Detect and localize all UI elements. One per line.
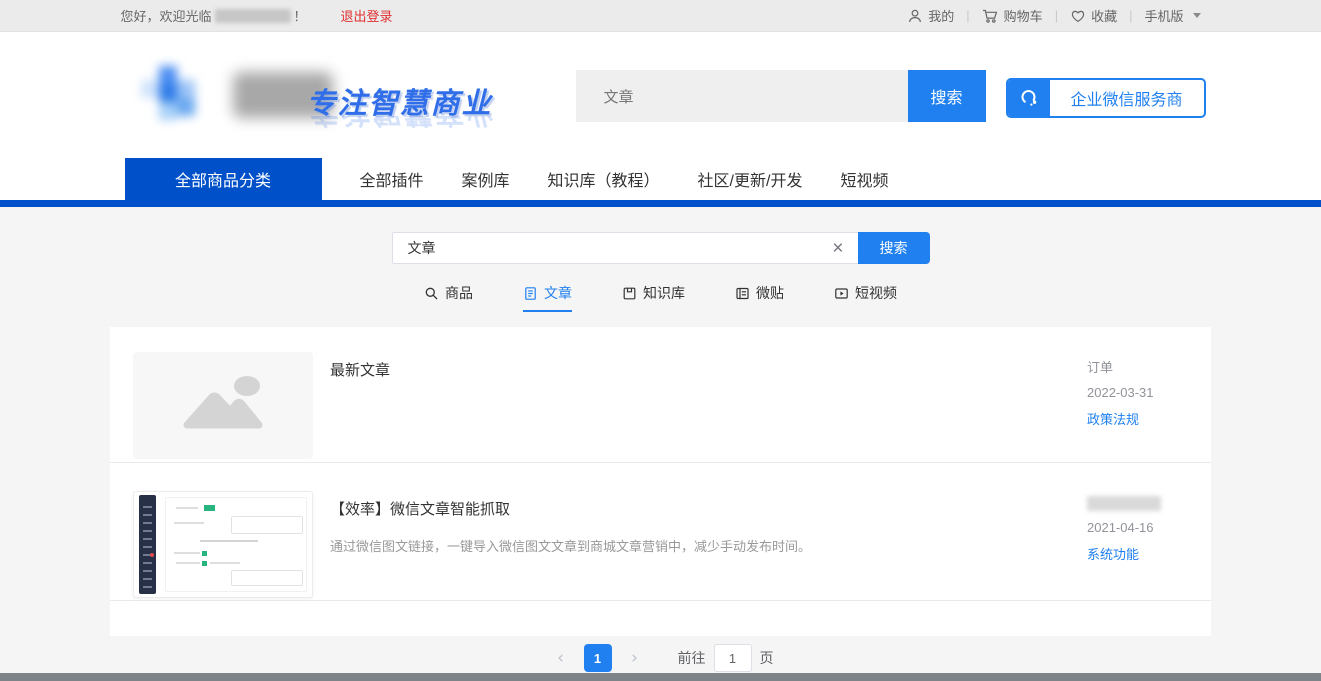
site-header-inner: 专注智慧商业 专注智慧商业 搜索 企业微信服务商 <box>121 32 1201 158</box>
result-type-tabs: 商品 文章 知识库 微贴 <box>0 283 1321 312</box>
nav-item-all-categories[interactable]: 全部商品分类 <box>125 158 322 200</box>
tab-knowledge-label: 知识库 <box>643 283 685 303</box>
pagination: ‹ 1 › 前往 页 <box>0 644 1321 672</box>
goto-label: 前往 <box>678 648 706 668</box>
wecom-service-provider-button[interactable]: 企业微信服务商 <box>1006 78 1206 118</box>
bookmark-icon <box>622 286 637 301</box>
result-1-date: 2022-03-31 <box>1087 385 1188 400</box>
nav-item-case-library[interactable]: 案例库 <box>462 167 510 191</box>
favorites-label: 收藏 <box>1091 6 1117 25</box>
page: 您好，欢迎光临 ！ 退出登录 我的 | 购物车 | <box>0 0 1321 681</box>
greeting-text: 您好，欢迎光临 <box>121 6 212 25</box>
site-header: 专注智慧商业 专注智慧商业 搜索 企业微信服务商 <box>0 32 1321 158</box>
my-account-label: 我的 <box>928 6 954 25</box>
tab-products[interactable]: 商品 <box>424 283 473 312</box>
main-navigation: 全部商品分类 全部插件 案例库 知识库（教程） 社区/更新/开发 短视频 <box>0 158 1321 200</box>
tab-articles[interactable]: 文章 <box>523 283 572 312</box>
header-search-bar: 搜索 <box>576 70 986 122</box>
video-icon <box>834 286 849 301</box>
result-2-main: 【效率】微信文章智能抓取 通过微信图文链接，一键导入微信图文文章到商城文章营销中… <box>313 491 1087 598</box>
result-1-category-link[interactable]: 政策法规 <box>1087 409 1188 428</box>
tab-posts-label: 微贴 <box>756 283 784 303</box>
chevron-down-icon <box>1193 13 1201 18</box>
main-navigation-inner: 全部商品分类 全部插件 案例库 知识库（教程） 社区/更新/开发 短视频 <box>121 158 1201 200</box>
nav-item-short-video[interactable]: 短视频 <box>840 167 888 191</box>
tab-knowledge[interactable]: 知识库 <box>622 283 685 312</box>
tab-products-label: 商品 <box>445 283 473 303</box>
tab-posts[interactable]: 微贴 <box>735 283 784 312</box>
result-1-meta: 订单 2022-03-31 政策法规 <box>1087 352 1188 459</box>
site-slogan: 专注智慧商业 <box>307 80 493 122</box>
search-results-page: × 搜索 商品 文章 知识库 <box>0 207 1321 673</box>
separator: | <box>1129 8 1132 23</box>
wecom-button-label: 企业微信服务商 <box>1050 80 1204 116</box>
search-icon <box>424 286 439 301</box>
nav-item-all-plugins[interactable]: 全部插件 <box>360 167 424 191</box>
site-logo-blurred[interactable] <box>159 66 177 84</box>
image-placeholder-icon <box>175 371 271 440</box>
separator: | <box>966 8 969 23</box>
mobile-version-dropdown[interactable]: 手机版 <box>1144 6 1200 25</box>
results-card: 最新文章 订单 2022-03-31 政策法规 【 <box>110 327 1211 636</box>
result-row-1: 最新文章 订单 2022-03-31 政策法规 <box>110 327 1211 462</box>
result-2-meta-blurred <box>1087 496 1161 511</box>
nav-item-knowledge-base[interactable]: 知识库（教程） <box>548 167 660 191</box>
nav-item-community[interactable]: 社区/更新/开发 <box>698 167 803 191</box>
separator: | <box>1055 8 1058 23</box>
my-account-link[interactable]: 我的 <box>907 6 954 25</box>
thumbnail-textarea-2 <box>231 570 303 586</box>
result-row-2: 【效率】微信文章智能抓取 通过微信图文链接，一键导入微信图文文章到商城文章营销中… <box>110 463 1211 600</box>
logout-link[interactable]: 退出登录 <box>341 6 393 25</box>
account-links: 我的 | 购物车 | 收藏 | 手机版 <box>907 6 1200 25</box>
goto-page-group: 前往 页 <box>678 644 774 672</box>
top-utility-bar-inner: 您好，欢迎光临 ！ 退出登录 我的 | 购物车 | <box>121 0 1201 31</box>
row-divider <box>110 600 1211 601</box>
prev-page-icon[interactable]: ‹ <box>548 648 574 668</box>
tab-video[interactable]: 短视频 <box>834 283 897 312</box>
clear-search-icon[interactable]: × <box>832 232 843 264</box>
tab-articles-label: 文章 <box>544 283 572 303</box>
thumbnail-textarea-1 <box>231 516 303 534</box>
blurred-username <box>215 9 291 23</box>
header-search-button[interactable]: 搜索 <box>908 70 986 122</box>
result-2-description: 通过微信图文链接，一键导入微信图文文章到商城文章营销中，减少手动发布时间。 <box>330 537 1087 557</box>
cart-icon <box>982 8 999 24</box>
top-utility-bar: 您好，欢迎光临 ！ 退出登录 我的 | 购物车 | <box>0 0 1321 32</box>
goto-page-input[interactable] <box>714 644 752 672</box>
result-1-main: 最新文章 <box>313 352 1087 459</box>
greeting-suffix: ！ <box>294 6 307 25</box>
heart-icon <box>1070 8 1086 24</box>
greeting-area: 您好，欢迎光临 ！ 退出登录 <box>121 6 393 25</box>
thumbnail-admin-sidebar <box>139 495 156 594</box>
list-icon <box>735 286 750 301</box>
header-search-input[interactable] <box>576 70 908 122</box>
result-2-date: 2021-04-16 <box>1087 520 1188 535</box>
bottom-bar <box>0 673 1321 681</box>
wecom-chat-icon <box>1008 80 1050 116</box>
result-2-meta: 2021-04-16 系统功能 <box>1087 491 1188 598</box>
favorites-link[interactable]: 收藏 <box>1070 6 1117 25</box>
results-search-button[interactable]: 搜索 <box>858 232 930 264</box>
result-1-title[interactable]: 最新文章 <box>330 359 1087 380</box>
thumbnail-admin-form <box>165 497 307 592</box>
result-1-meta-top: 订单 <box>1087 357 1188 376</box>
result-2-category-link[interactable]: 系统功能 <box>1087 544 1188 563</box>
result-2-thumbnail-screenshot[interactable] <box>133 491 313 598</box>
cart-link[interactable]: 购物车 <box>982 6 1043 25</box>
current-page-button[interactable]: 1 <box>584 644 612 672</box>
results-search-input[interactable] <box>392 232 858 264</box>
results-search-bar: × 搜索 <box>392 232 930 264</box>
nav-accent-strip <box>0 200 1321 207</box>
cart-label: 购物车 <box>1004 6 1043 25</box>
result-2-title[interactable]: 【效率】微信文章智能抓取 <box>330 498 1087 519</box>
tab-video-label: 短视频 <box>855 283 897 303</box>
article-icon <box>523 286 538 301</box>
page-unit-label: 页 <box>760 648 774 668</box>
result-1-thumbnail-placeholder[interactable] <box>133 352 313 459</box>
mobile-version-label: 手机版 <box>1144 6 1183 25</box>
next-page-icon[interactable]: › <box>622 648 648 668</box>
user-icon <box>907 8 923 24</box>
